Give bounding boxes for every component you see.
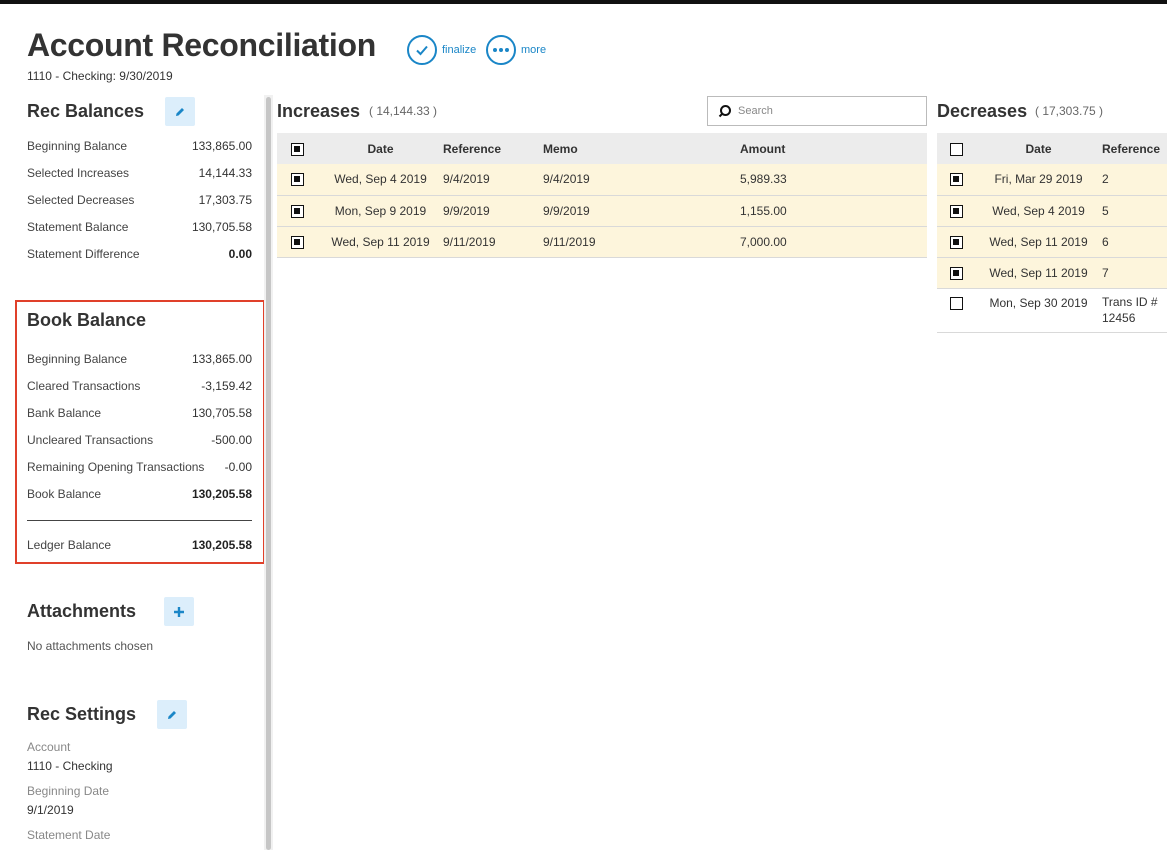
row-reference: 9/9/2019: [443, 195, 543, 227]
pencil-icon: [176, 107, 184, 116]
row-date: Wed, Sep 11 2019: [975, 226, 1102, 258]
pencil-icon: [168, 710, 176, 719]
more-label: more: [521, 44, 547, 56]
book-row-bank-balance: Bank Balance 130,705.58: [27, 406, 252, 420]
row-memo: 9/4/2019: [543, 164, 740, 196]
search-box[interactable]: [707, 96, 927, 126]
book-row-beginning-balance: Beginning Balance 133,865.00: [27, 352, 252, 366]
decreases-title: Decreases: [937, 101, 1028, 121]
col-reference[interactable]: Reference: [443, 133, 543, 164]
more-button[interactable]: more: [486, 35, 546, 65]
no-attachments-text: No attachments chosen: [27, 639, 154, 653]
table-row[interactable]: Wed, Sep 11 2019 6: [937, 226, 1167, 258]
row-date: Fri, Mar 29 2019: [975, 164, 1102, 196]
row-date: Wed, Sep 11 2019: [975, 257, 1102, 289]
account-label: Account: [27, 740, 71, 754]
row-memo: 9/9/2019: [543, 195, 740, 227]
finalize-button[interactable]: finalize: [407, 35, 476, 65]
search-icon: [718, 105, 731, 118]
table-row[interactable]: Wed, Sep 4 2019 9/4/2019 9/4/2019 5,989.…: [277, 164, 927, 196]
row-checkbox[interactable]: [937, 288, 975, 333]
edit-rec-balances-button[interactable]: [165, 97, 195, 126]
edit-rec-settings-button[interactable]: [157, 700, 187, 729]
increases-total: ( 14,144.33 ): [369, 104, 438, 118]
more-dots-icon: [486, 35, 516, 65]
rec-row-beginning-balance: Beginning Balance 133,865.00: [27, 139, 252, 153]
row-checkbox[interactable]: [937, 257, 975, 289]
row-reference: 2: [1102, 164, 1167, 196]
row-date: Wed, Sep 11 2019: [318, 226, 443, 258]
row-reference: 9/11/2019: [443, 226, 543, 258]
select-all-increases-checkbox[interactable]: [277, 133, 318, 164]
row-reference: 7: [1102, 257, 1167, 289]
row-checkbox[interactable]: [277, 164, 318, 196]
select-all-decreases-checkbox[interactable]: [937, 133, 975, 164]
plus-icon: [174, 606, 184, 617]
table-row[interactable]: Fri, Mar 29 2019 2: [937, 164, 1167, 196]
row-amount: 7,000.00: [740, 226, 927, 258]
row-reference: 5: [1102, 195, 1167, 227]
decreases-total: ( 17,303.75 ): [1035, 104, 1104, 118]
increases-table: Date Reference Memo Amount Wed, Sep 4 20…: [277, 133, 927, 258]
finalize-label: finalize: [442, 44, 477, 56]
beginning-date-value: 9/1/2019: [27, 803, 74, 817]
row-amount: 1,155.00: [740, 195, 927, 227]
table-row[interactable]: Wed, Sep 11 2019 7: [937, 257, 1167, 289]
book-balance-box: [15, 300, 265, 564]
attachments-title: Attachments: [27, 601, 137, 621]
rec-row-statement-balance: Statement Balance 130,705.58: [27, 220, 252, 234]
rec-row-selected-increases: Selected Increases 14,144.33: [27, 166, 252, 180]
top-bar: [0, 0, 1167, 4]
row-checkbox[interactable]: [277, 226, 318, 258]
table-row[interactable]: Wed, Sep 11 2019 9/11/2019 9/11/2019 7,0…: [277, 226, 927, 258]
table-row[interactable]: Mon, Sep 30 2019 Trans ID # 12456: [937, 288, 1167, 333]
scrollbar-thumb[interactable]: [266, 97, 271, 850]
row-checkbox[interactable]: [937, 164, 975, 196]
col-reference[interactable]: Reference: [1102, 133, 1167, 164]
book-row-book-balance: Book Balance 130,205.58: [27, 487, 252, 501]
row-reference: 6: [1102, 226, 1167, 258]
page-title: Account Reconciliation: [27, 27, 376, 63]
book-row-ledger-balance: Ledger Balance 130,205.58: [27, 538, 252, 552]
row-date: Wed, Sep 4 2019: [318, 164, 443, 196]
col-amount[interactable]: Amount: [740, 133, 927, 164]
statement-date-label: Statement Date: [27, 828, 111, 842]
page-subtitle: 1110 - Checking: 9/30/2019: [27, 69, 173, 83]
table-row[interactable]: Mon, Sep 9 2019 9/9/2019 9/9/2019 1,155.…: [277, 195, 927, 227]
add-attachment-button[interactable]: [164, 597, 194, 626]
book-row-remaining-opening: Remaining Opening Transactions -0.00: [27, 460, 252, 474]
row-checkbox[interactable]: [277, 195, 318, 227]
row-checkbox[interactable]: [937, 195, 975, 227]
checkmark-icon: [407, 35, 437, 65]
book-row-cleared-transactions: Cleared Transactions -3,159.42: [27, 379, 252, 393]
rec-row-statement-difference: Statement Difference 0.00: [27, 247, 252, 261]
row-amount: 5,989.33: [740, 164, 927, 196]
decreases-table: Date Reference Fri, Mar 29 2019 2 Wed, S…: [937, 133, 1167, 333]
rec-row-selected-decreases: Selected Decreases 17,303.75: [27, 193, 252, 207]
col-memo[interactable]: Memo: [543, 133, 740, 164]
rec-settings-title: Rec Settings: [27, 704, 137, 724]
row-memo: 9/11/2019: [543, 226, 740, 258]
book-balance-title: Book Balance: [27, 310, 147, 330]
increases-title: Increases: [277, 101, 361, 121]
row-checkbox[interactable]: [937, 226, 975, 258]
table-row[interactable]: Wed, Sep 4 2019 5: [937, 195, 1167, 227]
rec-balances-title: Rec Balances: [27, 101, 145, 121]
row-date: Wed, Sep 4 2019: [975, 195, 1102, 227]
row-date: Mon, Sep 30 2019: [975, 288, 1102, 333]
left-panel-scrollbar[interactable]: [264, 95, 273, 850]
col-date[interactable]: Date: [975, 133, 1102, 164]
beginning-date-label: Beginning Date: [27, 784, 110, 798]
divider: [27, 520, 252, 521]
book-row-uncleared-transactions: Uncleared Transactions -500.00: [27, 433, 252, 447]
account-value: 1110 - Checking: [27, 759, 113, 773]
col-date[interactable]: Date: [318, 133, 443, 164]
search-input[interactable]: [738, 105, 918, 117]
row-reference: 9/4/2019: [443, 164, 543, 196]
row-date: Mon, Sep 9 2019: [318, 195, 443, 227]
row-reference: Trans ID # 12456: [1102, 288, 1167, 333]
